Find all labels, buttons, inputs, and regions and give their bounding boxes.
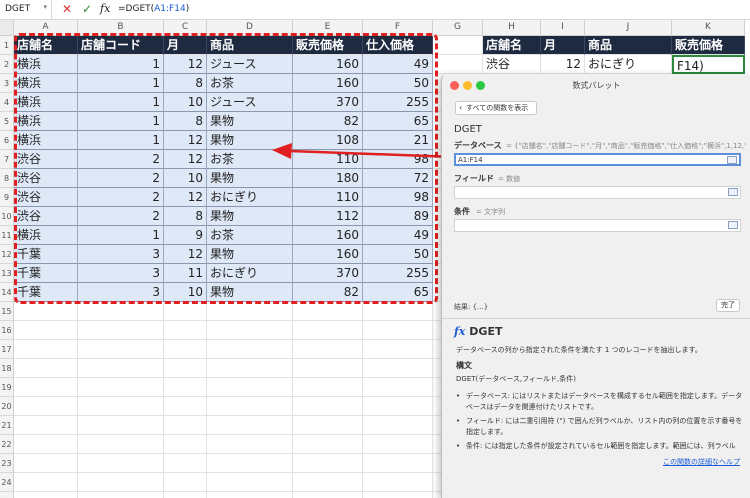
arg-input-database[interactable]: A1:F14 xyxy=(454,153,741,166)
show-all-functions-button[interactable]: ‹ すべての関数を表示 xyxy=(455,101,537,115)
function-name: DGET xyxy=(454,124,482,135)
syntax-heading: 構文 xyxy=(456,361,472,370)
arrow-head xyxy=(272,143,292,159)
formula-palette: 数式パレット ‹ すべての関数を表示 DGET データベース = {"店舗名",… xyxy=(441,74,750,498)
arg-eq-criteria: = 文字列 xyxy=(476,208,506,216)
arg-label-field: フィールド xyxy=(454,174,494,183)
help-bullet-criteria: 条件: には指定した条件が設定されているセル範囲を指定します。範囲には、列ラベル xyxy=(456,441,746,452)
arg-input-field[interactable] xyxy=(454,186,741,199)
help-description: データベースの列から指定された条件を満たす 1 つのレコードを抽出します。 xyxy=(456,346,702,354)
range-select-icon[interactable] xyxy=(728,221,738,229)
help-bullet-database: データベース: にはリストまたはデータベースを構成するセル範囲を指定します。デー… xyxy=(456,391,746,413)
help-bullet-field: フィールド: には二重引用符 (") で囲んだ列ラベルか、リスト内の列の位置を示… xyxy=(456,416,746,438)
chevron-left-icon: ‹ xyxy=(459,103,463,112)
arg-input-criteria[interactable] xyxy=(454,219,741,232)
palette-title: 数式パレット xyxy=(572,81,621,90)
range-select-icon[interactable] xyxy=(727,156,737,164)
arg-label-criteria: 条件 xyxy=(454,207,470,216)
help-title: fx DGET xyxy=(454,325,503,338)
detailed-help-link[interactable]: この関数の詳細なヘルプ xyxy=(663,457,740,467)
result-text: 結果: {...} xyxy=(454,303,489,311)
syntax-text: DGET(データベース,フィールド,条件) xyxy=(456,375,576,383)
arg-eq-field: = 数値 xyxy=(498,175,521,183)
arg-eq-database: = {"店舗名","店舗コード","月","商品","販売価格","仕入価格";… xyxy=(506,142,746,150)
divider xyxy=(442,318,750,319)
done-button[interactable]: 完了 xyxy=(716,299,740,312)
range-select-icon[interactable] xyxy=(728,188,738,196)
arrow-line xyxy=(289,149,456,159)
fx-icon: fx xyxy=(454,325,466,338)
arg-label-database: データベース xyxy=(454,141,502,150)
